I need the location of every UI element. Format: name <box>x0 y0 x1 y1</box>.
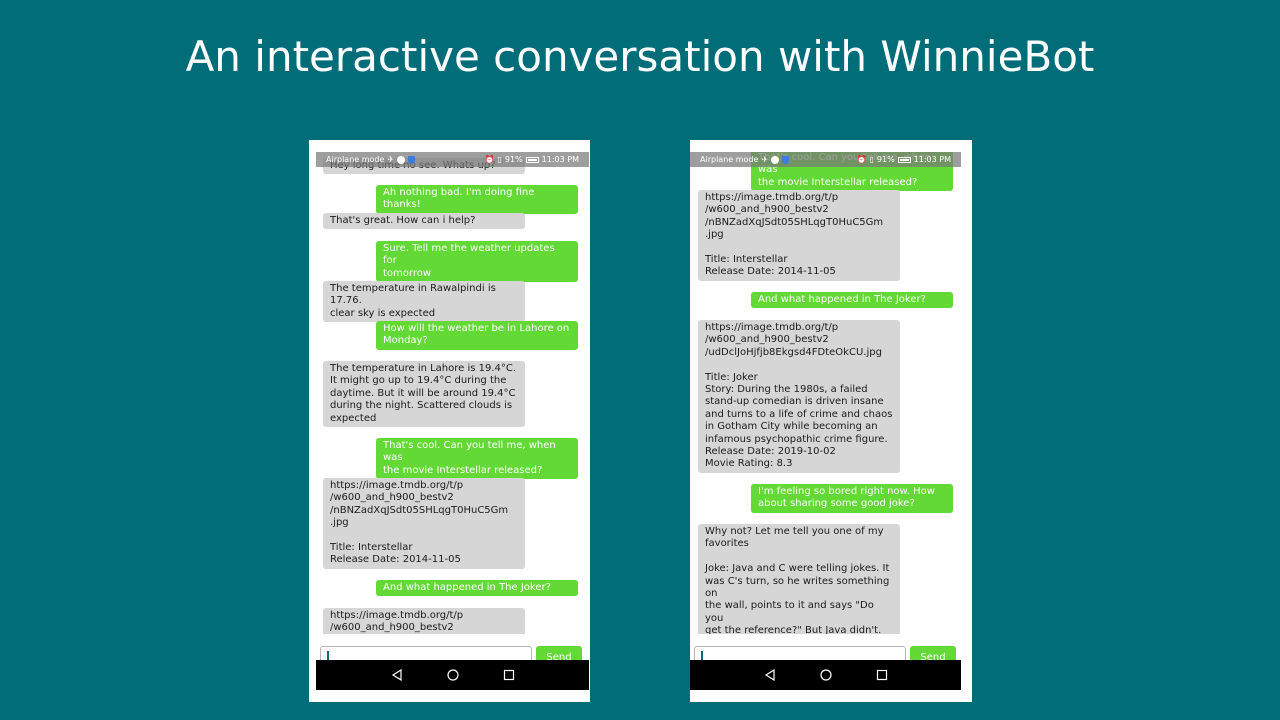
airplane-mode-label: Airplane mode <box>326 154 385 164</box>
alarm-icon: ⏰ <box>856 154 867 164</box>
battery-percent: 91% <box>876 154 895 164</box>
chat-log[interactable]: That's cool. Can you tell me, when was t… <box>690 152 961 635</box>
android-nav-bar <box>690 660 961 690</box>
status-time: 11:03 PM <box>541 154 579 164</box>
phone-screenshot-right: That's cool. Can you tell me, when was t… <box>690 140 972 702</box>
home-icon[interactable] <box>446 669 459 681</box>
shield-icon <box>782 155 790 164</box>
phone-screenshot-left: Hey long time no see. Whats up? Ah nothi… <box>309 140 590 702</box>
battery-icon <box>525 156 539 163</box>
message-user: Sure. Tell me the weather updates for to… <box>376 241 578 283</box>
message-bot: https://image.tmdb.org/t/p /w600_and_h90… <box>698 190 900 281</box>
shield-icon <box>408 155 416 164</box>
phone-screen: Hey long time no see. Whats up? Ah nothi… <box>316 152 589 690</box>
android-nav-bar <box>316 660 589 690</box>
airplane-mode-label: Airplane mode <box>700 154 759 164</box>
notification-icon <box>397 155 406 164</box>
home-icon[interactable] <box>819 669 832 681</box>
message-bot: https://image.tmdb.org/t/p /w600_and_h90… <box>698 320 900 473</box>
message-user: And what happened in The Joker? <box>376 580 578 597</box>
chat-log[interactable]: Hey long time no see. Whats up? Ah nothi… <box>316 152 589 635</box>
status-bar: Airplane mode ✈ ⏰ ▯ 91% 11:03 PM <box>316 152 589 167</box>
slide-title: An interactive conversation with WinnieB… <box>185 32 1095 81</box>
message-user: Ah nothing bad. I'm doing fine thanks! <box>376 185 578 214</box>
status-bar: Airplane mode ✈ ⏰ ▯ 91% 11:03 PM <box>690 152 961 167</box>
message-bot: That's great. How can i help? <box>323 213 525 230</box>
phone-screen: That's cool. Can you tell me, when was t… <box>690 152 961 690</box>
notification-icon <box>771 155 780 164</box>
message-bot: The temperature in Lahore is 19.4°C. It … <box>323 361 525 428</box>
message-user: How will the weather be in Lahore on Mon… <box>376 321 578 350</box>
recents-icon[interactable] <box>503 669 515 681</box>
airplane-icon: ✈ <box>761 154 769 164</box>
alarm-icon: ⏰ <box>484 154 495 164</box>
message-bot: Why not? Let me tell you one of my favor… <box>698 524 900 635</box>
message-bot: https://image.tmdb.org/t/p /w600_and_h90… <box>323 608 525 635</box>
status-time: 11:03 PM <box>913 154 951 164</box>
recents-icon[interactable] <box>876 669 888 681</box>
vibrate-icon: ▯ <box>497 154 502 164</box>
message-bot: The temperature in Rawalpindi is 17.76. … <box>323 281 525 323</box>
vibrate-icon: ▯ <box>869 154 874 164</box>
message-bot: https://image.tmdb.org/t/p /w600_and_h90… <box>323 478 525 569</box>
message-user: That's cool. Can you tell me, when was t… <box>376 438 578 480</box>
message-user: And what happened in The Joker? <box>751 292 953 309</box>
airplane-icon: ✈ <box>387 154 395 164</box>
back-icon[interactable] <box>391 669 403 681</box>
back-icon[interactable] <box>764 669 776 681</box>
battery-icon <box>897 156 911 163</box>
battery-percent: 91% <box>504 154 523 164</box>
message-user: I'm feeling so bored right now. How abou… <box>751 484 953 513</box>
